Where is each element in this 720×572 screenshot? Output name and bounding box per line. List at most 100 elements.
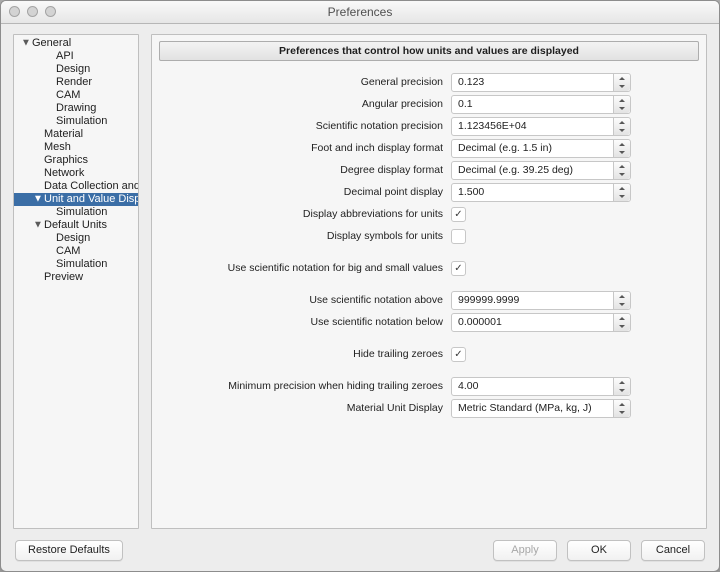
stepper-arrows-icon[interactable]	[613, 184, 630, 201]
minimize-icon[interactable]	[27, 6, 38, 17]
dialog-footer: Restore Defaults Apply OK Cancel	[1, 529, 719, 571]
tree-item[interactable]: Drawing	[14, 102, 138, 115]
checkbox[interactable]: ✓	[451, 207, 466, 222]
tree-item[interactable]: Design	[14, 232, 138, 245]
settings-panel: Preferences that control how units and v…	[151, 34, 707, 529]
dropdown[interactable]: Decimal (e.g. 39.25 deg)	[451, 161, 631, 180]
preferences-window: Preferences ▼GeneralAPIDesignRenderCAMDr…	[0, 0, 720, 572]
tree-item-label: Render	[56, 76, 92, 89]
disclosure-gutter[interactable]: ▼	[32, 221, 44, 231]
setting-label: Display abbreviations for units	[161, 208, 451, 220]
apply-button[interactable]: Apply	[493, 540, 557, 561]
dropdown[interactable]: 0.123	[451, 73, 631, 92]
chevron-down-icon: ▼	[33, 194, 43, 204]
tree-item-label: Design	[56, 63, 90, 76]
dropdown[interactable]: 4.00	[451, 377, 631, 396]
dropdown[interactable]: Metric Standard (MPa, kg, J)	[451, 399, 631, 418]
stepper-arrows-icon[interactable]	[613, 400, 630, 417]
tree-item[interactable]: CAM	[14, 245, 138, 258]
tree-item[interactable]: ▼Default Units	[14, 219, 138, 232]
stepper-arrows-icon[interactable]	[613, 162, 630, 179]
tree-item-label: Drawing	[56, 102, 96, 115]
category-tree[interactable]: ▼GeneralAPIDesignRenderCAMDrawingSimulat…	[13, 34, 139, 529]
setting-row: Decimal point display1.500	[161, 181, 697, 203]
setting-label: Display symbols for units	[161, 230, 451, 242]
setting-row: Minimum precision when hiding trailing z…	[161, 375, 697, 397]
setting-row: General precision0.123	[161, 71, 697, 93]
stepper-arrows-icon[interactable]	[613, 74, 630, 91]
dropdown-value: Metric Standard (MPa, kg, J)	[452, 402, 613, 414]
dropdown[interactable]: 1.123456E+04	[451, 117, 631, 136]
setting-row: Degree display formatDecimal (e.g. 39.25…	[161, 159, 697, 181]
tree-item-label: General	[32, 37, 71, 50]
stepper-arrows-icon[interactable]	[613, 292, 630, 309]
setting-row: Display abbreviations for units✓	[161, 203, 697, 225]
tree-item-label: Design	[56, 232, 90, 245]
tree-item[interactable]: ▼General	[14, 37, 138, 50]
dropdown-value: 0.123	[452, 76, 613, 88]
stepper-arrows-icon[interactable]	[613, 118, 630, 135]
close-icon[interactable]	[9, 6, 20, 17]
setting-label: Angular precision	[161, 98, 451, 110]
disclosure-gutter[interactable]: ▼	[32, 195, 44, 205]
cancel-button[interactable]: Cancel	[641, 540, 705, 561]
tree-item[interactable]: Network	[14, 167, 138, 180]
tree-item[interactable]: Render	[14, 76, 138, 89]
tree-item[interactable]: Graphics	[14, 154, 138, 167]
tree-item[interactable]: ▼Unit and Value Display	[14, 193, 138, 206]
value-input[interactable]: 999999.9999	[451, 291, 631, 310]
setting-label: Use scientific notation for big and smal…	[161, 262, 451, 274]
panel-banner: Preferences that control how units and v…	[159, 41, 699, 61]
tree-item[interactable]: Simulation	[14, 115, 138, 128]
input-value: 0.000001	[452, 316, 613, 328]
zoom-icon[interactable]	[45, 6, 56, 17]
setting-label: Foot and inch display format	[161, 142, 451, 154]
stepper-arrows-icon[interactable]	[613, 378, 630, 395]
stepper-arrows-icon[interactable]	[613, 140, 630, 157]
disclosure-gutter[interactable]: ▼	[20, 39, 32, 49]
window-title: Preferences	[328, 5, 393, 19]
tree-item-label: Default Units	[44, 219, 107, 232]
setting-label: Use scientific notation below	[161, 316, 451, 328]
setting-row: Use scientific notation above999999.9999	[161, 289, 697, 311]
checkbox[interactable]: ✓	[451, 347, 466, 362]
tree-item[interactable]: CAM	[14, 89, 138, 102]
dropdown[interactable]: 1.500	[451, 183, 631, 202]
setting-row: Foot and inch display formatDecimal (e.g…	[161, 137, 697, 159]
tree-item[interactable]: API	[14, 50, 138, 63]
checkbox[interactable]	[451, 229, 466, 244]
window-controls	[9, 6, 56, 17]
tree-item[interactable]: Simulation	[14, 206, 138, 219]
stepper-arrows-icon[interactable]	[613, 96, 630, 113]
tree-item-label: Simulation	[56, 206, 107, 219]
tree-item[interactable]: Data Collection and Use	[14, 180, 138, 193]
stepper-arrows-icon[interactable]	[613, 314, 630, 331]
tree-item-label: CAM	[56, 89, 80, 102]
tree-item-label: Network	[44, 167, 84, 180]
tree-item[interactable]: Material	[14, 128, 138, 141]
setting-row: Scientific notation precision1.123456E+0…	[161, 115, 697, 137]
tree-item[interactable]: Preview	[14, 271, 138, 284]
tree-item[interactable]: Simulation	[14, 258, 138, 271]
input-value: 999999.9999	[452, 294, 613, 306]
value-input[interactable]: 0.000001	[451, 313, 631, 332]
tree-item-label: Preview	[44, 271, 83, 284]
tree-item-label: Graphics	[44, 154, 88, 167]
dropdown-value: 1.500	[452, 186, 613, 198]
setting-label: Material Unit Display	[161, 402, 451, 414]
dropdown-value: Decimal (e.g. 39.25 deg)	[452, 164, 613, 176]
chevron-down-icon: ▼	[21, 38, 31, 48]
dropdown-value: 4.00	[452, 380, 613, 392]
setting-row: Display symbols for units	[161, 225, 697, 247]
chevron-down-icon: ▼	[33, 220, 43, 230]
dropdown-value: 1.123456E+04	[452, 120, 613, 132]
tree-item[interactable]: Design	[14, 63, 138, 76]
setting-row: Angular precision0.1	[161, 93, 697, 115]
dropdown[interactable]: 0.1	[451, 95, 631, 114]
ok-button[interactable]: OK	[567, 540, 631, 561]
tree-item[interactable]: Mesh	[14, 141, 138, 154]
restore-defaults-button[interactable]: Restore Defaults	[15, 540, 123, 561]
dropdown[interactable]: Decimal (e.g. 1.5 in)	[451, 139, 631, 158]
checkbox[interactable]: ✓	[451, 261, 466, 276]
settings-form: General precision0.123Angular precision0…	[159, 71, 699, 419]
